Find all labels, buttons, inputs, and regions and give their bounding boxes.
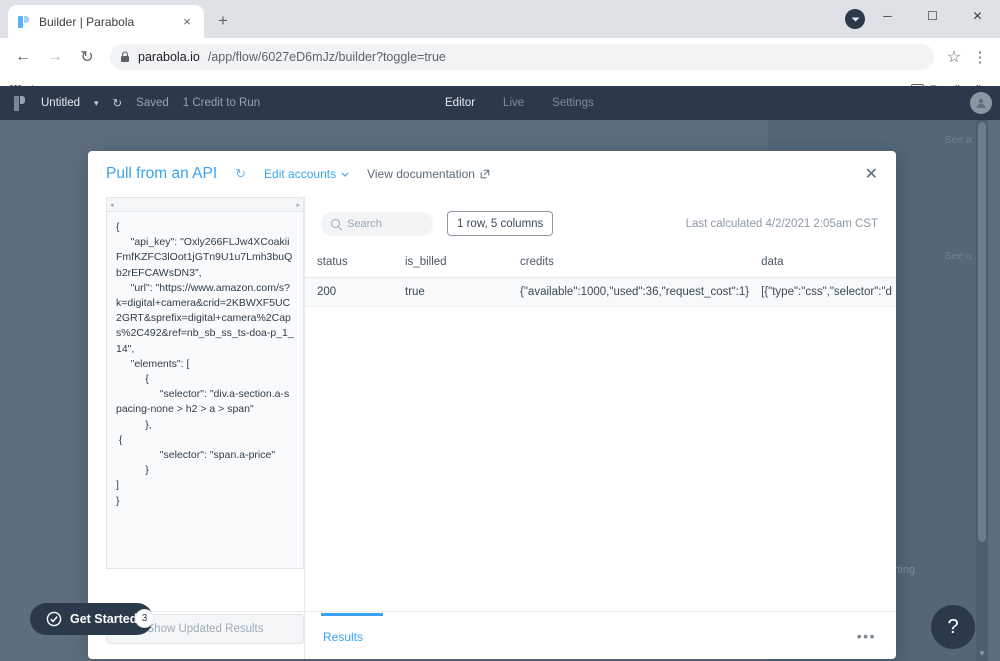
table-row[interactable]: 200 true {"available":1000,"used":36,"re… xyxy=(305,277,896,307)
row-column-count-chip[interactable]: 1 row, 5 columns xyxy=(447,211,554,236)
table-header-row: status is_billed credits data xyxy=(305,250,896,278)
scrollbar-thumb[interactable] xyxy=(978,122,986,542)
column-header-data[interactable]: data xyxy=(749,250,896,278)
reload-icon[interactable]: ↻ xyxy=(72,42,102,72)
results-table: status is_billed credits data 200 true {… xyxy=(305,250,896,307)
forward-icon[interactable]: → xyxy=(40,42,70,72)
new-tab-button[interactable]: + xyxy=(209,7,237,35)
nav-editor[interactable]: Editor xyxy=(445,97,475,109)
app-header: Untitled ▾ ↻ Saved 1 Credit to Run Edito… xyxy=(0,86,1000,120)
view-documentation-label: View documentation xyxy=(367,167,475,181)
parabola-app: Untitled ▾ ↻ Saved 1 Credit to Run Edito… xyxy=(0,86,1000,661)
modal-refresh-icon[interactable]: ↻ xyxy=(235,166,246,182)
scroll-down-icon[interactable]: ▾ xyxy=(976,648,988,659)
check-circle-icon xyxy=(46,611,62,627)
lock-icon xyxy=(121,51,129,62)
save-status: Saved xyxy=(136,97,169,109)
get-started-button[interactable]: Get Started xyxy=(30,603,154,635)
browser-tab[interactable]: Builder | Parabola × xyxy=(8,5,204,38)
nav-settings[interactable]: Settings xyxy=(552,97,594,109)
close-modal-button[interactable]: ✕ xyxy=(865,164,878,184)
chevron-down-icon[interactable]: ▾ xyxy=(94,98,99,109)
view-documentation-link[interactable]: View documentation xyxy=(367,167,490,181)
search-input[interactable]: Search xyxy=(321,211,433,236)
chevron-down-icon xyxy=(341,172,349,177)
edit-accounts-dropdown[interactable]: Edit accounts xyxy=(264,167,349,181)
url-host: parabola.io xyxy=(138,50,200,64)
help-button[interactable]: ? xyxy=(931,605,975,649)
window-controls: ─ ☐ ✕ xyxy=(865,0,1000,32)
search-placeholder: Search xyxy=(347,217,382,230)
overflow-menu-icon[interactable]: ••• xyxy=(857,628,876,644)
cell-data[interactable]: [{"type":"css","selector":"d xyxy=(749,277,896,307)
cell-status[interactable]: 200 xyxy=(305,277,393,307)
payload-json-text[interactable]: { "api_key": "Oxly266FLJw4XCoakiiFmfKZFC… xyxy=(106,211,304,569)
cell-credits[interactable]: {"available":1000,"used":36,"request_cos… xyxy=(508,277,750,307)
external-link-icon xyxy=(480,169,490,179)
sidebar-scrollbar[interactable]: ▾ xyxy=(976,120,988,661)
edit-accounts-label: Edit accounts xyxy=(264,167,337,181)
modal-header: Pull from an API ↻ Edit accounts View do… xyxy=(88,151,896,197)
credit-cost-label: 1 Credit to Run xyxy=(182,97,261,109)
browser-menu-icon[interactable]: ⋮ xyxy=(968,44,992,70)
column-header-status[interactable]: status xyxy=(305,250,393,278)
search-icon xyxy=(331,219,340,228)
address-bar[interactable]: parabola.io/app/flow/6027eD6mJz/builder?… xyxy=(110,44,934,70)
pull-from-api-modal: Pull from an API ↻ Edit accounts View do… xyxy=(88,151,896,659)
modal-body: ◂ ▸ { "api_key": "Oxly266FLJw4XCoakiiFmf… xyxy=(88,197,896,659)
browser-window: Builder | Parabola × + ─ ☐ ✕ ← → ↻ parab… xyxy=(0,0,1000,661)
payload-horizontal-scrollbar[interactable]: ◂ ▸ xyxy=(106,197,304,211)
parabola-favicon-icon xyxy=(17,15,31,29)
tab-results[interactable]: Results xyxy=(320,613,384,644)
close-tab-icon[interactable]: × xyxy=(179,14,195,30)
column-header-is-billed[interactable]: is_billed xyxy=(393,250,508,278)
column-header-credits[interactable]: credits xyxy=(508,250,750,278)
scroll-right-icon[interactable]: ▸ xyxy=(296,201,300,209)
back-icon[interactable]: ← xyxy=(8,42,38,72)
url-path: /app/flow/6027eD6mJz/builder?toggle=true xyxy=(207,50,446,64)
flow-canvas: See a ops e, Google Sheets, actions , Go… xyxy=(0,120,1000,661)
bookmark-star-icon[interactable]: ☆ xyxy=(942,45,966,69)
tab-title: Builder | Parabola xyxy=(39,14,135,29)
profile-avatar-icon[interactable] xyxy=(845,9,865,29)
get-started-badge: 3 xyxy=(136,610,153,627)
window-maximize-button[interactable]: ☐ xyxy=(910,0,955,32)
scroll-left-icon[interactable]: ◂ xyxy=(110,201,114,209)
window-minimize-button[interactable]: ─ xyxy=(865,0,910,32)
last-calculated-label: Last calculated 4/2/2021 2:05am CST xyxy=(685,217,878,230)
results-panel: Search 1 row, 5 columns Last calculated … xyxy=(304,197,896,659)
app-nav: Editor Live Settings xyxy=(445,97,594,109)
user-avatar[interactable] xyxy=(970,92,992,114)
cell-is-billed[interactable]: true xyxy=(393,277,508,307)
window-close-button[interactable]: ✕ xyxy=(955,0,1000,32)
parabola-logo-icon xyxy=(14,95,27,111)
refresh-icon[interactable]: ↻ xyxy=(113,96,123,110)
browser-toolbar: ← → ↻ parabola.io/app/flow/6027eD6mJz/bu… xyxy=(0,38,1000,76)
results-toolbar: Search 1 row, 5 columns Last calculated … xyxy=(305,197,896,250)
browser-tabstrip: Builder | Parabola × + ─ ☐ ✕ xyxy=(0,0,1000,38)
payload-editor-panel: ◂ ▸ { "api_key": "Oxly266FLJw4XCoakiiFmf… xyxy=(88,197,304,659)
nav-live[interactable]: Live xyxy=(503,97,524,109)
modal-title: Pull from an API xyxy=(106,165,218,182)
results-footer: Results ••• xyxy=(305,611,896,659)
document-title[interactable]: Untitled xyxy=(41,97,80,109)
get-started-label: Get Started xyxy=(70,612,138,626)
see-all-link-1[interactable]: See a xyxy=(784,134,972,146)
